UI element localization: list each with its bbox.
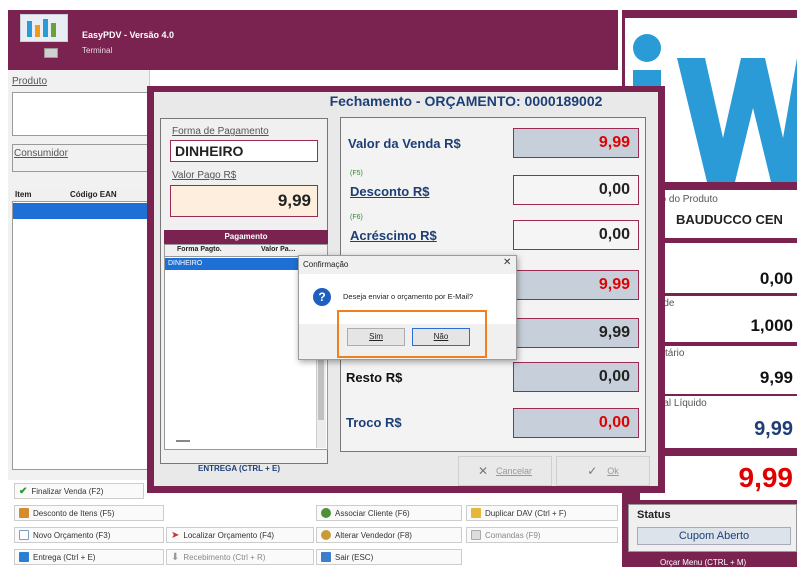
check-icon: ✓ <box>587 464 598 478</box>
highlight-box <box>337 310 487 358</box>
app-title: EasyPDV - Versão 4.0 <box>82 30 175 40</box>
resto-value: 0,00 <box>513 362 639 392</box>
question-icon: ? <box>313 288 331 306</box>
delivery-icon <box>19 552 29 562</box>
desconto-field[interactable]: 0,00 <box>513 175 639 205</box>
resto-label: Resto R$ <box>346 370 403 385</box>
valor-venda-label: Valor da Venda R$ <box>348 136 461 151</box>
dialog-title: Confirmação <box>303 260 349 269</box>
col-ean: Código EAN <box>70 190 117 199</box>
comandas-button[interactable]: Comandas (F9) <box>466 527 618 543</box>
ok-button[interactable]: ✓ Ok <box>556 456 650 486</box>
descricao-value: BAUDUCCO CEN <box>676 212 783 227</box>
valor-pago-label: Valor Pago R$ <box>172 170 237 181</box>
check-icon: ✔ <box>19 485 28 497</box>
acrescimo-field[interactable]: 0,00 <box>513 220 639 250</box>
desconto-value: 0,00 <box>759 269 793 288</box>
troco-label: Troco R$ <box>346 415 402 430</box>
duplicar-dav-button[interactable]: Duplicar DAV (Ctrl + F) <box>466 505 618 521</box>
items-grid-selected-row[interactable] <box>13 203 149 219</box>
new-document-icon <box>19 530 29 540</box>
modal-title: Fechamento - ORÇAMENTO: 0000189002 <box>329 93 603 109</box>
valor-pago-field[interactable]: 9,99 <box>170 185 318 217</box>
produto-label: Produto <box>12 76 48 87</box>
unitario-value: 9,99 <box>759 368 793 387</box>
items-grid-header: Item Código EAN <box>12 188 150 202</box>
f6-hint: (F6) <box>350 214 363 221</box>
status-label: Status <box>637 509 671 521</box>
quantidade-value: 1,000 <box>750 316 793 335</box>
clipboard-icon <box>471 530 481 540</box>
desconto-label[interactable]: Desconto R$ <box>350 184 429 199</box>
discount-icon <box>19 508 29 518</box>
duplicate-icon <box>471 508 481 518</box>
total-value: 9,99 <box>513 270 639 300</box>
close-icon: ✕ <box>477 464 489 478</box>
status-value: Cupom Aberto <box>637 527 791 545</box>
total-pago-value: 9,99 <box>513 318 639 348</box>
close-icon[interactable]: ✕ <box>503 257 511 268</box>
search-arrow-icon: ➤ <box>171 529 180 541</box>
forma-pagamento-field[interactable]: DINHEIRO <box>170 140 318 162</box>
valor-venda-value: 9,99 <box>513 128 639 158</box>
items-grid[interactable] <box>12 188 150 470</box>
total-liquido-value: 9,99 <box>754 418 793 440</box>
f5-hint: (F5) <box>350 170 363 177</box>
seller-icon <box>321 530 331 540</box>
exit-icon <box>321 552 331 562</box>
localizar-orcamento-button[interactable]: ➤ Localizar Orçamento (F4) <box>166 527 314 543</box>
terminal-icon <box>44 48 58 58</box>
cancelar-button[interactable]: ✕ Cancelar <box>458 456 552 486</box>
users-icon <box>321 508 331 518</box>
forma-pagamento-label: Forma de Pagamento <box>172 126 269 137</box>
app-logo <box>20 14 68 42</box>
app-header <box>8 10 618 70</box>
desconto-itens-button[interactable]: Desconto de Itens (F5) <box>14 505 164 521</box>
finalizar-venda-button[interactable]: ✔ Finalizar Venda (F2) <box>14 483 144 499</box>
consumidor-field[interactable] <box>12 144 150 172</box>
col-forma: Forma Pagto. <box>177 246 222 253</box>
entrega-link[interactable]: ENTREGA (CTRL + E) <box>198 464 280 473</box>
app-subtitle: Terminal <box>82 46 113 55</box>
entrega-button[interactable]: Entrega (Ctrl + E) <box>14 549 164 565</box>
menu-hint[interactable]: Orçar Menu (CTRL + M) <box>660 558 746 567</box>
download-icon: ⬇ <box>171 551 180 563</box>
grid-divider <box>176 440 190 442</box>
status-box: Status Cupom Aberto <box>628 504 797 552</box>
alterar-vendedor-button[interactable]: Alterar Vendedor (F8) <box>316 527 462 543</box>
associar-cliente-button[interactable]: Associar Cliente (F6) <box>316 505 462 521</box>
sair-button[interactable]: Sair (ESC) <box>316 549 462 565</box>
col-valor: Valor Pa… <box>261 246 296 253</box>
app-logo-icon <box>27 19 56 37</box>
big-total-value: 9,99 <box>738 462 794 493</box>
pagamento-row[interactable]: DINHEIRO <box>165 258 305 270</box>
pagamento-header: Pagamento <box>164 230 328 244</box>
dialog-message: Deseja enviar o orçamento por E-Mail? <box>343 292 474 301</box>
novo-orcamento-button[interactable]: Novo Orçamento (F3) <box>14 527 164 543</box>
col-item: Item <box>15 190 32 199</box>
produto-field[interactable] <box>12 92 150 136</box>
recebimento-button[interactable]: ⬇ Recebimento (Ctrl + R) <box>166 549 314 565</box>
acrescimo-label[interactable]: Acréscimo R$ <box>350 228 437 243</box>
troco-value: 0,00 <box>513 408 639 438</box>
